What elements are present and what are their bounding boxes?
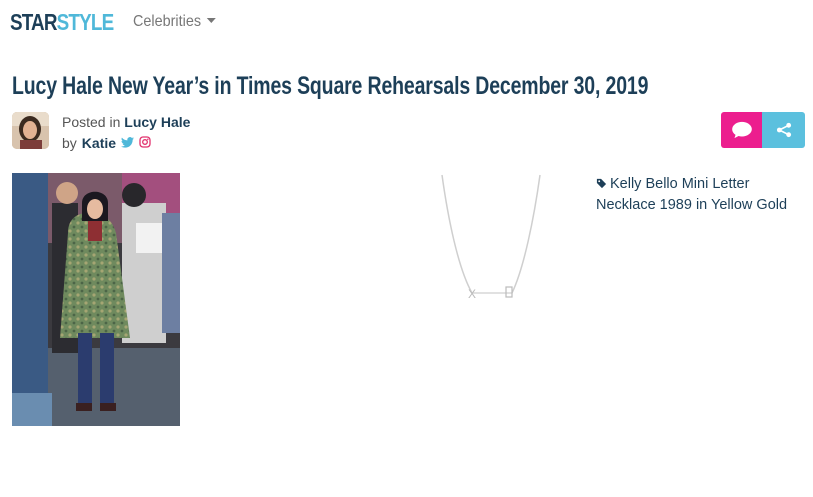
author-link[interactable]: Katie bbox=[82, 135, 116, 151]
posted-prefix: Posted in bbox=[62, 114, 121, 130]
comment-button[interactable] bbox=[721, 112, 762, 148]
comment-icon bbox=[731, 121, 752, 139]
logo-style: STYLE bbox=[56, 9, 115, 35]
twitter-icon[interactable] bbox=[121, 135, 135, 151]
product-tag-link[interactable]: Kelly Bello Mini Letter Necklace 1989 in… bbox=[596, 174, 806, 215]
product-label: Kelly Bello Mini Letter Necklace 1989 in… bbox=[596, 176, 788, 213]
svg-text:X: X bbox=[468, 287, 476, 301]
author-avatar[interactable] bbox=[12, 112, 49, 149]
logo-star: STAR bbox=[10, 9, 57, 35]
necklace-image[interactable]: X bbox=[420, 173, 560, 308]
celebrities-dropdown[interactable]: Celebrities bbox=[133, 13, 216, 31]
caret-down-icon bbox=[206, 18, 216, 24]
tag-icon bbox=[596, 175, 607, 195]
byline: by Katie bbox=[62, 135, 151, 151]
category-link[interactable]: Lucy Hale bbox=[124, 114, 190, 130]
article-title: Lucy Hale New Year’s in Times Square Reh… bbox=[12, 72, 649, 100]
instagram-icon[interactable] bbox=[139, 135, 151, 151]
top-navbar: STARSTYLE Celebrities bbox=[0, 0, 813, 48]
share-button[interactable] bbox=[762, 112, 805, 148]
by-prefix: by bbox=[62, 135, 77, 151]
share-icon bbox=[776, 122, 791, 138]
celebrities-label: Celebrities bbox=[133, 13, 202, 30]
posted-in: Posted in Lucy Hale bbox=[62, 114, 190, 130]
site-logo[interactable]: STARSTYLE bbox=[10, 9, 115, 36]
celebrity-photo[interactable] bbox=[12, 173, 180, 426]
